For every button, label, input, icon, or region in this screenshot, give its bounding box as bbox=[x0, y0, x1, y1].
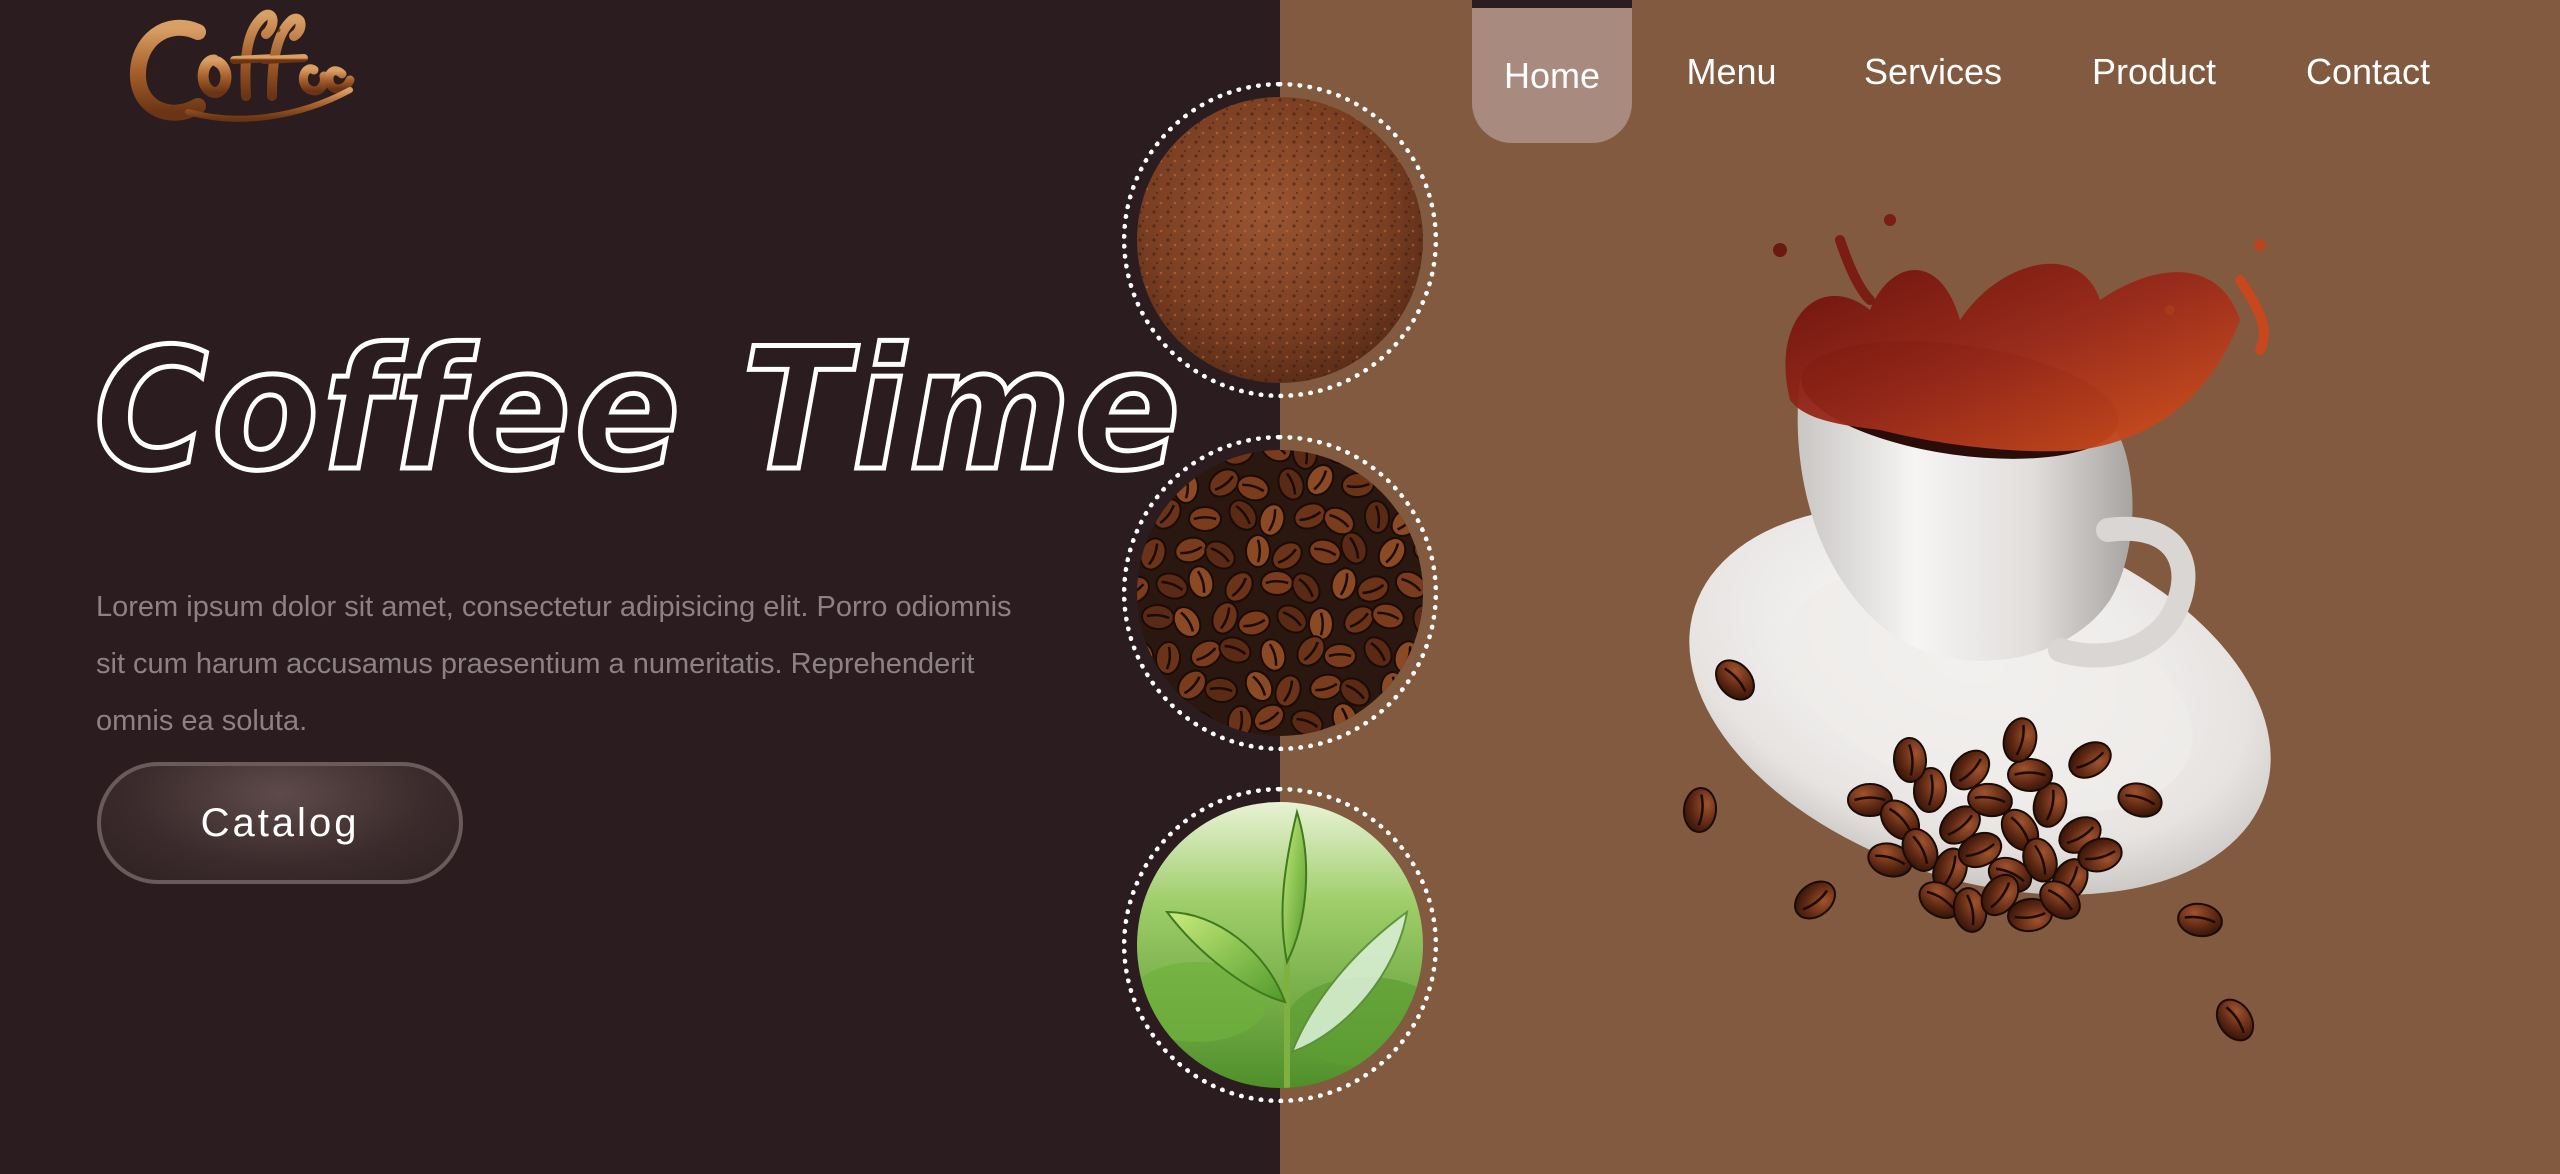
hero-description: Lorem ipsum dolor sit amet, consectetur … bbox=[96, 591, 1012, 737]
hero-title-wrapper: Coffee Time bbox=[92, 300, 1244, 520]
nav-home[interactable]: Home bbox=[1472, 0, 1632, 143]
page: Home Menu Services Product Contact Coffe… bbox=[0, 0, 2560, 1174]
tea-leaves-icon bbox=[1137, 802, 1423, 1088]
coffee-logo[interactable] bbox=[128, 0, 358, 135]
tea-leaves-thumbnail[interactable] bbox=[1122, 787, 1438, 1103]
coffee-cup-icon bbox=[1682, 214, 2271, 1042]
nav-product[interactable]: Product bbox=[2087, 0, 2221, 143]
coffee-cup-splash-image bbox=[1640, 200, 2320, 1042]
coffee-logo-icon bbox=[129, 9, 355, 122]
nav-contact[interactable]: Contact bbox=[2301, 0, 2435, 143]
catalog-button[interactable]: Catalog bbox=[97, 762, 463, 884]
nav-services[interactable]: Services bbox=[1859, 0, 2007, 143]
nav-menu[interactable]: Menu bbox=[1684, 0, 1779, 143]
ground-coffee-icon bbox=[1137, 97, 1423, 383]
hero-title: Coffee Time bbox=[94, 312, 1184, 508]
coffee-beans-icon bbox=[1137, 450, 1423, 736]
main-nav: Home Menu Services Product Contact bbox=[1472, 0, 2435, 145]
coffee-beans-thumbnail[interactable] bbox=[1122, 435, 1438, 751]
ground-coffee-thumbnail[interactable] bbox=[1122, 82, 1438, 398]
